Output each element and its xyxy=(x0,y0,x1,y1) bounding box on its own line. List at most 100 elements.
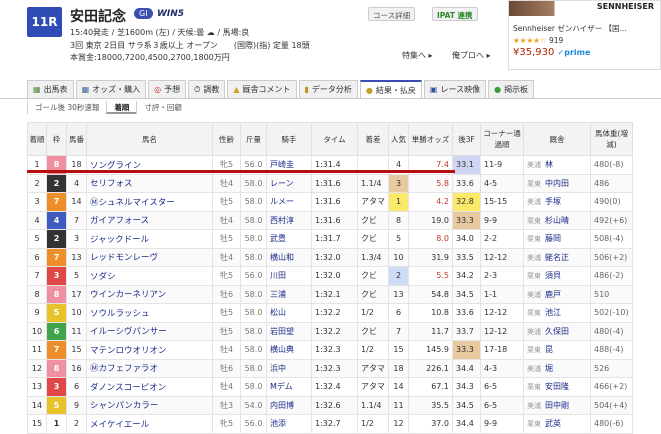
jockey-link[interactable]: 横山典 xyxy=(266,340,312,360)
jockey-link[interactable]: Mデム xyxy=(266,377,312,397)
tab-0[interactable]: ▦ 出馬表 xyxy=(27,80,74,98)
sex-age: 牡5 xyxy=(212,192,241,212)
trainer-link[interactable]: 堀 xyxy=(545,364,553,373)
horse-name-link[interactable]: ダノンスコーピオン xyxy=(86,377,213,397)
frame-number: 1 xyxy=(46,414,67,434)
margin: 1.3/4 xyxy=(357,247,389,267)
subtab-goal-flash[interactable]: ゴール後 30秒速報 xyxy=(27,101,106,114)
tab-4[interactable]: ▲ 厩舎コメント xyxy=(227,80,297,98)
trainer-link[interactable]: 手塚 xyxy=(545,197,561,206)
horse-name-link[interactable]: ソダシ xyxy=(86,266,213,286)
tab-divider xyxy=(0,98,661,99)
horse-name-link[interactable]: ソウルラッシュ xyxy=(86,303,213,323)
race-time: 1:32.3 xyxy=(311,340,358,360)
ad-title[interactable]: Sennheiser ゼンハイザー 【国... xyxy=(509,16,660,34)
course-detail-button[interactable]: コース詳細 xyxy=(368,7,416,21)
popularity: 3 xyxy=(388,173,409,193)
tab-icon: ▮ xyxy=(304,85,309,94)
sex-age: 牡5 xyxy=(212,321,241,341)
trainer-link[interactable]: 藤岡 xyxy=(545,234,561,243)
jockey-link[interactable]: ルメー xyxy=(266,192,312,212)
trainer-link[interactable]: 田中剛 xyxy=(545,401,569,410)
column-header: 単勝オッズ xyxy=(408,122,453,156)
weight-carried: 54.0 xyxy=(240,395,267,415)
jockey-link[interactable]: 横山和 xyxy=(266,247,312,267)
last-3f: 33.7 xyxy=(452,321,481,341)
sex-age: 牡4 xyxy=(212,173,241,193)
column-header: 着差 xyxy=(357,122,389,156)
horse-number: 16 xyxy=(66,358,87,378)
horse-name-link[interactable]: Ⓜシュネルマイスター xyxy=(86,192,213,212)
trainer-link[interactable]: 林 xyxy=(545,160,553,169)
jockey-link[interactable]: レーン xyxy=(266,173,312,193)
race-time: 1:31.7 xyxy=(311,229,358,249)
trainer-link[interactable]: 久保田 xyxy=(545,327,569,336)
trainer-link[interactable]: 池江 xyxy=(545,308,561,317)
jockey-link[interactable]: 松山 xyxy=(266,303,312,323)
win-odds: 5.8 xyxy=(408,173,453,193)
corner-positions: 6-5 xyxy=(480,377,524,397)
trainer-cell: 栗東 池江 xyxy=(523,303,591,323)
popularity: 14 xyxy=(388,377,409,397)
horse-name-link[interactable]: セリフォス xyxy=(86,173,213,193)
stable-region: 栗東 xyxy=(527,216,541,225)
frame-number: 5 xyxy=(46,395,67,415)
tab-1[interactable]: ▦ オッズ・購入 xyxy=(75,80,147,98)
tab-3[interactable]: ⏱ 調教 xyxy=(188,80,226,98)
corner-positions: 15-15 xyxy=(480,192,524,212)
subtab-order[interactable]: 着順 xyxy=(106,101,137,114)
horse-weight: 502(-10) xyxy=(590,303,633,323)
horse-name-link[interactable]: シャンパンカラー xyxy=(86,395,213,415)
margin: クビ xyxy=(357,321,389,341)
ad-banner[interactable]: SENNHEISER Sennheiser ゼンハイザー 【国... ★★★★☆… xyxy=(508,0,661,70)
tab-7[interactable]: ▣ レース映像 xyxy=(423,80,487,98)
tab-6[interactable]: ● 結果・払戻 xyxy=(359,80,422,98)
tab-8[interactable]: ● 掲示板 xyxy=(488,80,535,98)
jockey-link[interactable]: 西村淳 xyxy=(266,210,312,230)
tab-5[interactable]: ▮ データ分析 xyxy=(298,80,358,98)
corner-positions: 11-9 xyxy=(480,155,524,175)
jockey-link[interactable]: 岩田望 xyxy=(266,321,312,341)
jockey-link[interactable]: 武豊 xyxy=(266,229,312,249)
horse-name-link[interactable]: イルーシヴパンサー xyxy=(86,321,213,341)
stable-region: 美浦 xyxy=(527,290,541,299)
horse-name-link[interactable]: ガイアフォース xyxy=(86,210,213,230)
trainer-link[interactable]: 武英 xyxy=(545,419,561,428)
margin: 1.1/4 xyxy=(357,173,389,193)
corner-positions: 12-12 xyxy=(480,321,524,341)
pro-link[interactable]: 俺プロへ ▸ xyxy=(452,50,491,61)
trainer-link[interactable]: 杉山晴 xyxy=(545,216,569,225)
horse-name-link[interactable]: ウインカーネリアン xyxy=(86,284,213,304)
horse-name-link[interactable]: メイケイエール xyxy=(86,414,213,434)
sex-age: 牡6 xyxy=(212,358,241,378)
table-row: 5 2 3 ジャックドール 牡5 58.0 武豊 1:31.7 クビ 5 8.0… xyxy=(27,229,633,249)
horse-number: 2 xyxy=(66,414,87,434)
prime-badge: ✓prime xyxy=(557,48,591,57)
popularity: 18 xyxy=(388,358,409,378)
horse-name-link[interactable]: レッドモンレーヴ xyxy=(86,247,213,267)
trainer-link[interactable]: 須貝 xyxy=(545,271,561,280)
special-link[interactable]: 特集へ ▸ xyxy=(402,50,433,61)
trainer-cell: 栗東 須貝 xyxy=(523,266,591,286)
subtab-review[interactable]: 寸評・回顧 xyxy=(136,101,189,114)
ipat-button[interactable]: IPAT 連携 xyxy=(432,7,478,21)
jockey-link[interactable]: 浜中 xyxy=(266,358,312,378)
trainer-link[interactable]: 鹿戸 xyxy=(545,290,561,299)
win-odds: 67.1 xyxy=(408,377,453,397)
horse-name-link[interactable]: Ⓜカフェファラオ xyxy=(86,358,213,378)
horse-number: 3 xyxy=(66,229,87,249)
trainer-link[interactable]: 昆 xyxy=(545,345,553,354)
trainer-link[interactable]: 中内田 xyxy=(545,179,569,188)
jockey-link[interactable]: 池添 xyxy=(266,414,312,434)
tab-2[interactable]: ◎ 予想 xyxy=(148,80,187,98)
jockey-link[interactable]: 三浦 xyxy=(266,284,312,304)
frame-number: 7 xyxy=(46,340,67,360)
horse-name-link[interactable]: マテンロウオリオン xyxy=(86,340,213,360)
trainer-link[interactable]: 蛯名正 xyxy=(545,253,569,262)
popularity: 1 xyxy=(388,192,409,212)
jockey-link[interactable]: 川田 xyxy=(266,266,312,286)
column-header: 馬番 xyxy=(66,122,87,156)
jockey-link[interactable]: 内田博 xyxy=(266,395,312,415)
trainer-link[interactable]: 安田隆 xyxy=(545,382,569,391)
horse-name-link[interactable]: ジャックドール xyxy=(86,229,213,249)
